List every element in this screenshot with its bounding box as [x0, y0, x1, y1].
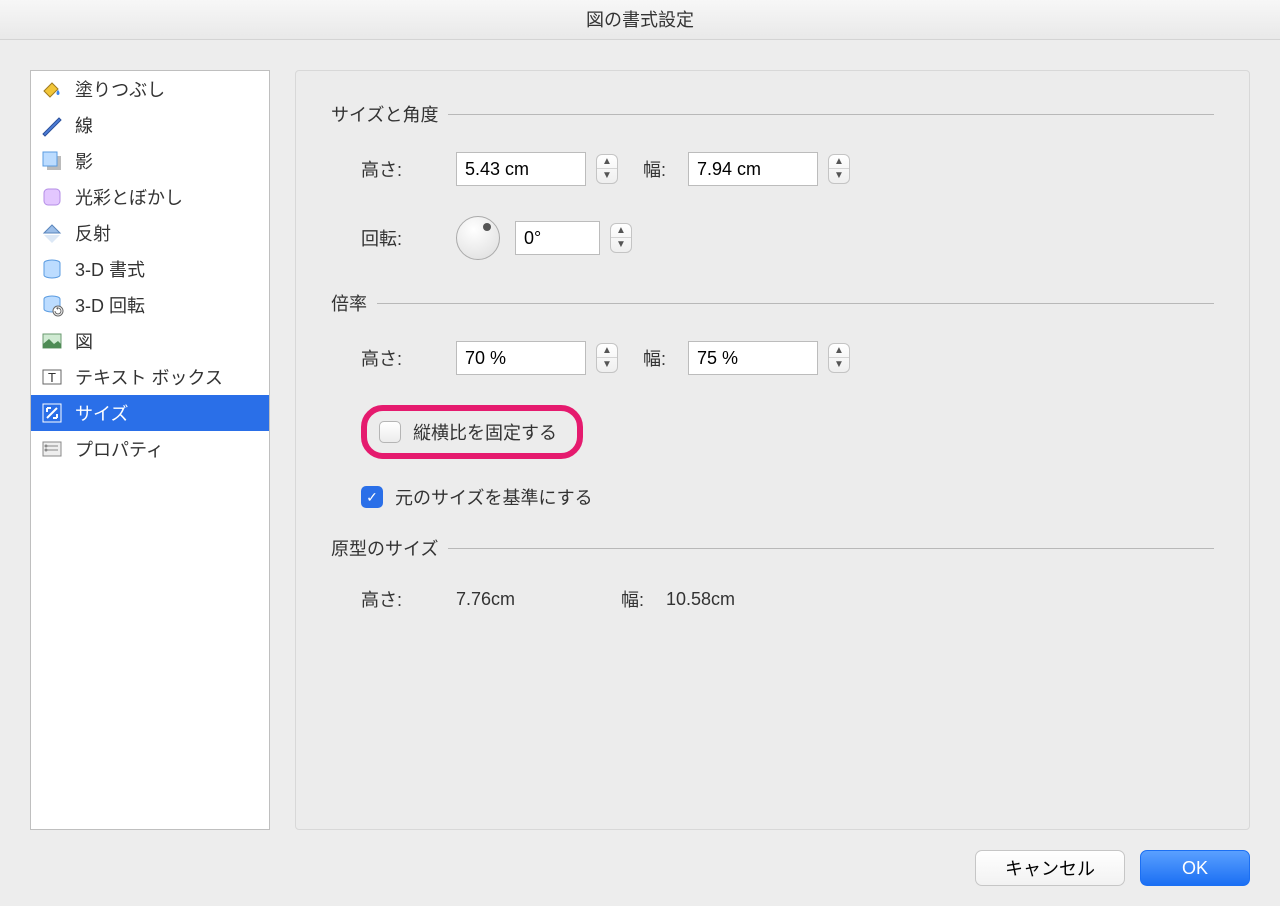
reflection-icon [39, 220, 65, 246]
stepper-up-icon[interactable]: ▲ [611, 224, 631, 238]
sidebar-item-label: 線 [75, 112, 93, 138]
height-stepper[interactable]: ▲▼ [596, 154, 618, 184]
dialog-footer: キャンセル OK [975, 850, 1250, 886]
paint-bucket-icon [39, 76, 65, 102]
properties-icon [39, 436, 65, 462]
relative-original-label: 元のサイズを基準にする [395, 484, 593, 510]
highlight-annotation: 縦横比を固定する [361, 405, 583, 459]
sidebar-item-label: 3-D 書式 [75, 256, 145, 282]
original-width-label: 幅: [621, 586, 666, 612]
stepper-down-icon[interactable]: ▼ [611, 238, 631, 252]
sidebar-item-picture[interactable]: 図 [31, 323, 269, 359]
sidebar-item-fill[interactable]: 塗りつぶし [31, 71, 269, 107]
divider [448, 548, 1214, 549]
sidebar-item-label: 影 [75, 148, 93, 174]
sidebar-item-size[interactable]: サイズ [31, 395, 269, 431]
height-label: 高さ: [361, 156, 456, 182]
textbox-icon: T [39, 364, 65, 390]
pen-icon [39, 112, 65, 138]
cancel-button[interactable]: キャンセル [975, 850, 1125, 886]
scale-width-label: 幅: [643, 345, 688, 371]
section-title-size: サイズと角度 [331, 101, 438, 127]
original-height-label: 高さ: [361, 586, 456, 612]
original-width-value: 10.58cm [666, 589, 735, 610]
stepper-down-icon[interactable]: ▼ [597, 169, 617, 183]
svg-text:T: T [48, 370, 56, 385]
size-icon [39, 400, 65, 426]
stepper-up-icon[interactable]: ▲ [829, 155, 849, 169]
picture-icon [39, 328, 65, 354]
rotation-knob[interactable] [456, 216, 500, 260]
stepper-up-icon[interactable]: ▲ [597, 155, 617, 169]
rotation-input[interactable] [515, 221, 600, 255]
sidebar-item-3d-rotation[interactable]: 3-D 回転 [31, 287, 269, 323]
section-title-original: 原型のサイズ [331, 535, 438, 561]
stepper-down-icon[interactable]: ▼ [829, 169, 849, 183]
stepper-up-icon[interactable]: ▲ [829, 344, 849, 358]
height-input[interactable] [456, 152, 586, 186]
rotation-stepper[interactable]: ▲▼ [610, 223, 632, 253]
sidebar-item-label: テキスト ボックス [75, 364, 223, 390]
sidebar-item-label: 3-D 回転 [75, 292, 145, 318]
sidebar-item-textbox[interactable]: T テキスト ボックス [31, 359, 269, 395]
scale-height-label: 高さ: [361, 345, 456, 371]
shadow-icon [39, 148, 65, 174]
sidebar-item-reflection[interactable]: 反射 [31, 215, 269, 251]
cylinder-icon [39, 256, 65, 282]
sidebar-item-line[interactable]: 線 [31, 107, 269, 143]
format-category-sidebar: 塗りつぶし 線 影 光彩とぼかし 反射 [30, 70, 270, 830]
rotation-label: 回転: [361, 225, 456, 251]
sidebar-item-label: サイズ [75, 400, 128, 426]
sidebar-item-3d-format[interactable]: 3-D 書式 [31, 251, 269, 287]
sidebar-item-glow[interactable]: 光彩とぼかし [31, 179, 269, 215]
settings-panel: サイズと角度 高さ: ▲▼ 幅: ▲▼ 回転: ▲▼ 倍率 高さ: ▲▼ 幅: [295, 70, 1250, 830]
window-title: 図の書式設定 [0, 0, 1280, 40]
original-height-value: 7.76cm [456, 589, 621, 610]
divider [377, 303, 1214, 304]
scale-width-input[interactable] [688, 341, 818, 375]
sidebar-item-label: プロパティ [75, 436, 164, 462]
rotation-3d-icon [39, 292, 65, 318]
glow-icon [39, 184, 65, 210]
lock-aspect-label: 縦横比を固定する [413, 419, 557, 445]
stepper-down-icon[interactable]: ▼ [829, 358, 849, 372]
width-stepper[interactable]: ▲▼ [828, 154, 850, 184]
section-title-scale: 倍率 [331, 290, 367, 316]
sidebar-item-label: 図 [75, 328, 93, 354]
width-input[interactable] [688, 152, 818, 186]
lock-aspect-checkbox[interactable] [379, 421, 401, 443]
scale-width-stepper[interactable]: ▲▼ [828, 343, 850, 373]
divider [448, 114, 1214, 115]
relative-original-checkbox[interactable]: ✓ [361, 486, 383, 508]
stepper-down-icon[interactable]: ▼ [597, 358, 617, 372]
ok-button[interactable]: OK [1140, 850, 1250, 886]
stepper-up-icon[interactable]: ▲ [597, 344, 617, 358]
sidebar-item-shadow[interactable]: 影 [31, 143, 269, 179]
sidebar-item-label: 塗りつぶし [75, 76, 165, 102]
sidebar-item-label: 光彩とぼかし [75, 184, 183, 210]
scale-height-stepper[interactable]: ▲▼ [596, 343, 618, 373]
width-label: 幅: [643, 156, 688, 182]
scale-height-input[interactable] [456, 341, 586, 375]
sidebar-item-label: 反射 [75, 220, 111, 246]
sidebar-item-properties[interactable]: プロパティ [31, 431, 269, 467]
